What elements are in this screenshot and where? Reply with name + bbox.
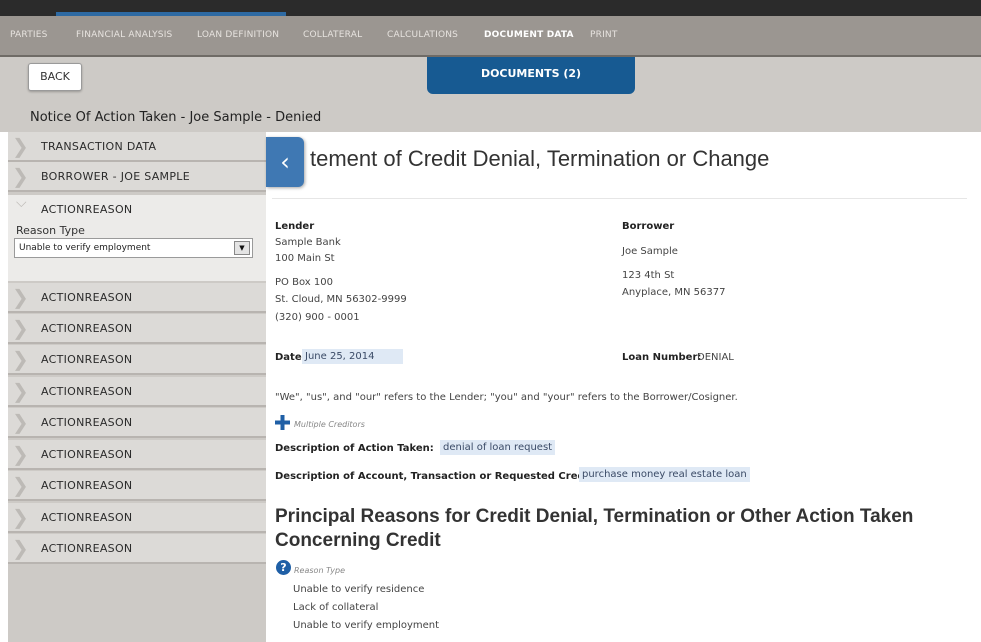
page-title: Notice Of Action Taken - Joe Sample - De… [30,110,322,125]
divider [272,198,967,199]
chevron-right-icon: ❯ [12,164,29,188]
lender-street: 100 Main St [275,253,335,264]
sidebar-item-label: ACTIONREASON [41,385,133,398]
chevron-right-icon: ❯ [12,410,29,434]
tab-document-data[interactable]: DOCUMENT DATA [484,16,574,55]
top-strip [0,0,981,16]
document-heading: tement of Credit Denial, Termination or … [310,146,770,171]
multiple-creditors-link[interactable]: Multiple Creditors [294,420,365,429]
tab-print[interactable]: PRINT [590,16,618,55]
account-field[interactable]: purchase money real estate loan [579,467,750,482]
reason-type-caption: Reason Type [294,566,345,575]
sidebar-item-label: TRANSACTION DATA [41,140,157,153]
sidebar-item-actionreason[interactable]: ❯ ACTIONREASON [8,440,266,470]
back-button[interactable]: BACK [28,63,82,91]
reason-item: Unable to verify residence [293,584,425,595]
sidebar-item-label: ACTIONREASON [41,511,133,524]
chevron-right-icon: ❯ [12,379,29,403]
action-taken-field[interactable]: denial of loan request [440,440,556,455]
borrower-label: Borrower [622,221,675,232]
reason-type-value: Unable to verify employment [19,243,151,253]
sidebar-item-actionreason[interactable]: ❯ ACTIONREASON [8,283,266,313]
help-icon[interactable]: ? [276,560,291,575]
principal-reasons-title: Principal Reasons for Credit Denial, Ter… [275,506,914,551]
sidebar-item-actionreason[interactable]: ❯ ACTIONREASON [8,345,266,375]
lender-phone: (320) 900 - 0001 [275,312,360,323]
definitions-text: "We", "us", and "our" refers to the Lend… [275,392,738,403]
sidebar-item-label: ACTIONREASON [41,416,133,429]
account-label: Description of Account, Transaction or R… [275,471,597,482]
chevron-left-icon[interactable]: ‹ [266,137,304,187]
reason-item: Unable to verify employment [293,620,440,631]
sidebar-item-label: ACTIONREASON [41,291,133,304]
sidebar-item-actionreason[interactable]: ❯ ACTIONREASON [8,408,266,438]
borrower-city: Anyplace, MN 56377 [622,287,726,298]
main-nav: PARTIES FINANCIAL ANALYSIS LOAN DEFINITI… [0,16,981,57]
chevron-right-icon: ❯ [12,134,29,158]
chevron-right-icon: ❯ [12,316,29,340]
loan-number-value: DENIAL [697,352,734,363]
borrower-name: Joe Sample [622,246,678,257]
sidebar-item-actionreason[interactable]: ❯ ACTIONREASON [8,534,266,564]
documents-tab[interactable]: DOCUMENTS (2) [427,57,635,94]
chevron-right-icon: ❯ [12,536,29,560]
lender-city: St. Cloud, MN 56302-9999 [275,294,407,305]
reason-item: Lack of collateral [293,602,379,613]
sidebar-item-label: ACTIONREASON [41,448,133,461]
sidebar-item-label: ACTIONREASON [41,353,133,366]
sidebar-item-actionreason[interactable]: ❯ ACTIONREASON [8,314,266,344]
lender-po: PO Box 100 [275,277,333,288]
tab-collateral[interactable]: COLLATERAL [303,16,362,55]
reason-type-label: Reason Type [16,224,85,237]
chevron-down-icon[interactable]: ⌵ [16,195,27,211]
lender-name: Sample Bank [275,237,341,248]
chevron-right-icon: ❯ [12,505,29,529]
sidebar-item-label: ACTIONREASON [41,542,133,555]
tab-loan-definition[interactable]: LOAN DEFINITION [197,16,279,55]
tab-financial-analysis[interactable]: FINANCIAL ANALYSIS [76,16,172,55]
chevron-right-icon: ❯ [12,473,29,497]
sidebar-item-actionreason[interactable]: ❯ ACTIONREASON [8,503,266,533]
plus-icon[interactable] [275,415,290,430]
sidebar-item-label[interactable]: ACTIONREASON [41,203,132,216]
sidebar-item-borrower[interactable]: ❯ BORROWER - JOE SAMPLE [8,162,266,192]
document-view [266,132,981,642]
chevron-right-icon: ❯ [12,285,29,309]
sidebar-item-label: ACTIONREASON [41,479,133,492]
lender-label: Lender [275,221,315,232]
sidebar-item-label: BORROWER - JOE SAMPLE [41,170,190,183]
reason-type-select[interactable]: Unable to verify employment ▼ [14,238,253,258]
sidebar-item-actionreason[interactable]: ❯ ACTIONREASON [8,377,266,407]
date-field[interactable]: June 25, 2014 [302,349,403,364]
loan-number-label: Loan Number: [622,352,702,363]
sidebar-item-transaction-data[interactable]: ❯ TRANSACTION DATA [8,132,266,162]
chevron-right-icon: ❯ [12,442,29,466]
chevron-right-icon: ❯ [12,347,29,371]
borrower-street: 123 4th St [622,270,675,281]
tab-calculations[interactable]: CALCULATIONS [387,16,458,55]
action-taken-label: Description of Action Taken: [275,443,434,454]
sidebar-item-label: ACTIONREASON [41,322,133,335]
caret-down-icon[interactable]: ▼ [234,241,250,255]
tab-parties[interactable]: PARTIES [10,16,48,55]
sidebar-item-actionreason[interactable]: ❯ ACTIONREASON [8,471,266,501]
